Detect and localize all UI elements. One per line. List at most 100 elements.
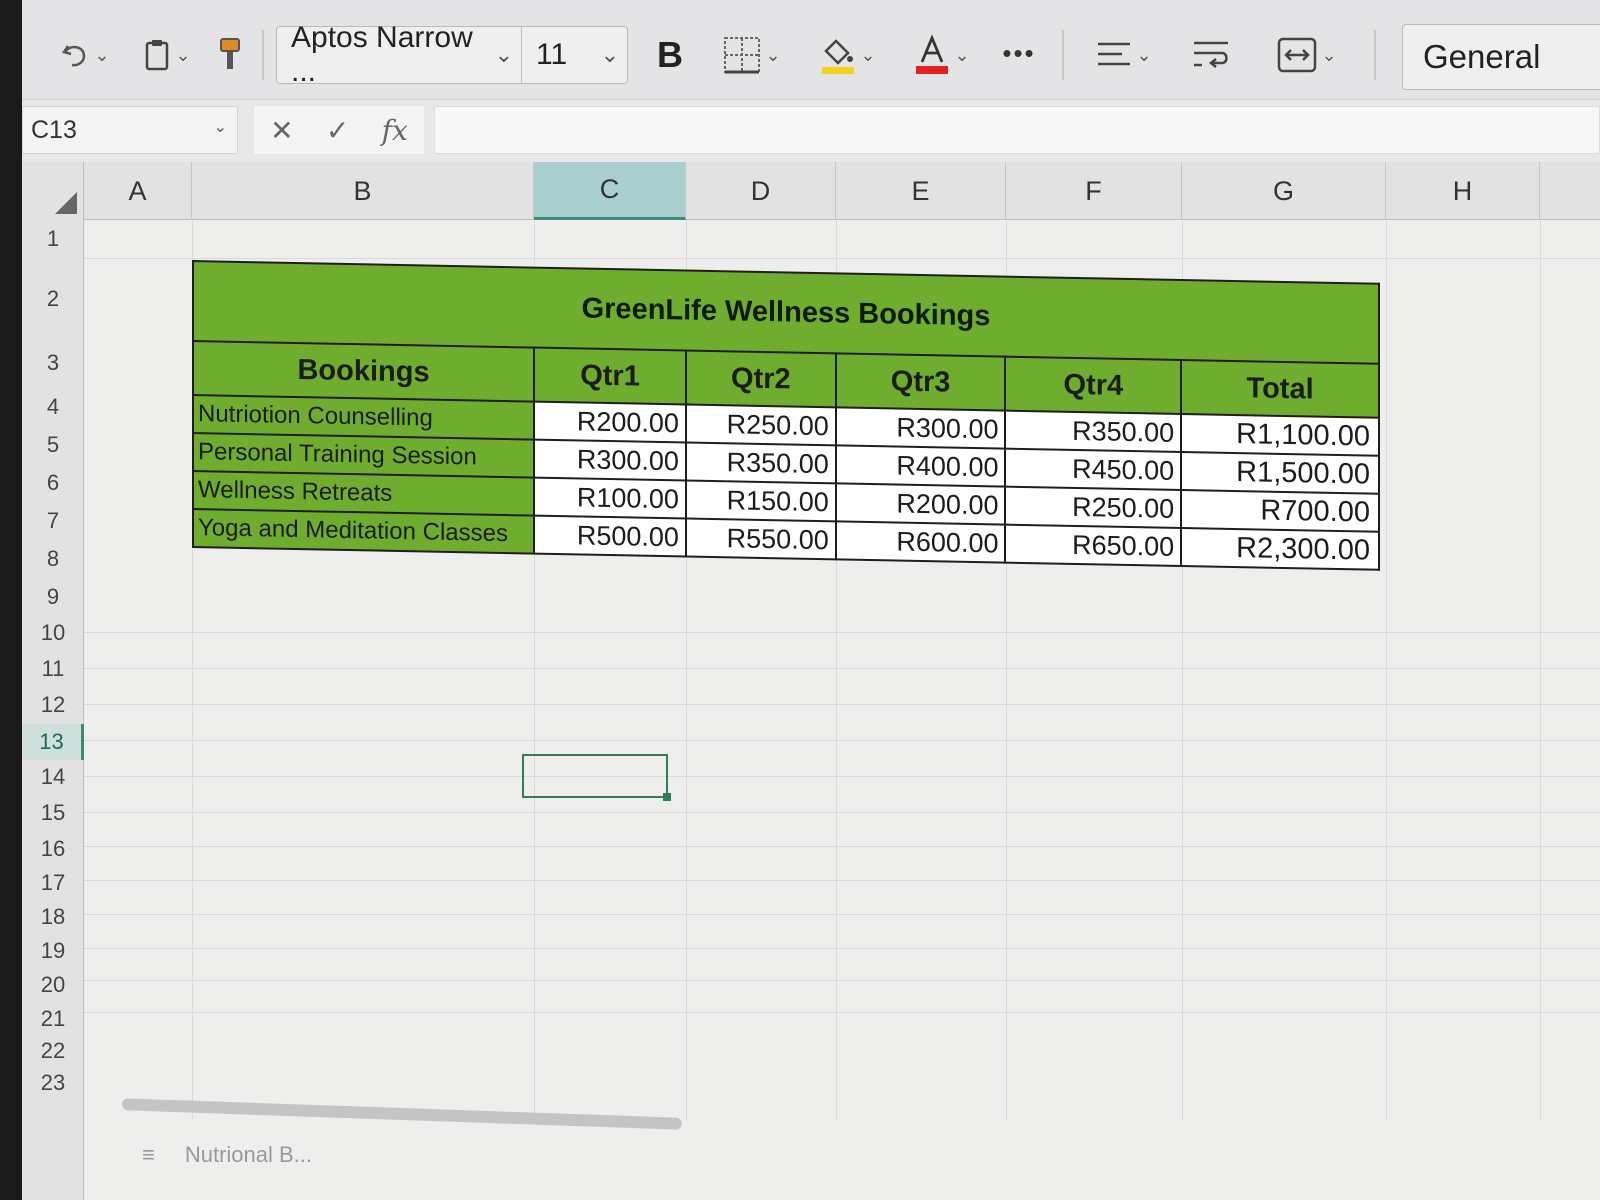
cell-total[interactable]: R1,500.00	[1181, 451, 1379, 494]
merge-button[interactable]: ⌄	[1262, 32, 1352, 78]
column-header-b[interactable]: B	[192, 162, 534, 220]
column-header-f[interactable]: F	[1006, 162, 1182, 220]
header-bookings[interactable]: Bookings	[193, 341, 535, 402]
ribbon-toolbar: ⌄ ⌄ Aptos Narrow ... ⌄ 11 ⌄ B ⌄ ⌄ ⌄ •••	[22, 0, 1600, 100]
cell-total[interactable]: R2,300.00	[1181, 527, 1379, 570]
cell-value[interactable]: R300.00	[835, 407, 1006, 449]
insert-function-icon[interactable]: fx	[382, 114, 408, 147]
format-painter-button[interactable]	[210, 32, 250, 78]
sheet-tab[interactable]: ≡ Nutrional B...	[142, 1142, 312, 1168]
header-qtr2[interactable]: Qtr2	[685, 350, 836, 408]
chevron-down-icon: ⌄	[213, 119, 227, 136]
column-header-e[interactable]: E	[836, 162, 1006, 220]
row-header[interactable]: 14	[22, 764, 84, 790]
horizontal-scrollbar[interactable]	[121, 1098, 683, 1130]
row-header[interactable]: 5	[22, 432, 84, 458]
cell-value[interactable]: R200.00	[835, 483, 1006, 525]
row-header[interactable]: 12	[22, 692, 84, 718]
row-header[interactable]: 15	[22, 800, 84, 826]
cell-value[interactable]: R350.00	[685, 442, 836, 484]
row-label[interactable]: Nutriotion Counselling	[193, 395, 535, 440]
cell-value[interactable]: R150.00	[685, 480, 836, 522]
column-header-d[interactable]: D	[686, 162, 836, 220]
sheet-tab-label: Nutrional B...	[184, 1142, 313, 1167]
cell-value[interactable]: R250.00	[1005, 486, 1182, 528]
cell-value[interactable]: R250.00	[685, 404, 836, 446]
row-header[interactable]: 7	[22, 508, 84, 534]
column-header-c[interactable]: C	[534, 162, 686, 220]
bookings-table: GreenLife Wellness Bookings Bookings Qtr…	[192, 260, 1380, 571]
row-header[interactable]: 4	[22, 394, 84, 420]
header-qtr4[interactable]: Qtr4	[1005, 356, 1182, 414]
enter-icon[interactable]: ✓	[326, 114, 349, 147]
chevron-down-icon[interactable]: ⌄	[175, 45, 190, 66]
row-header[interactable]: 18	[22, 904, 84, 930]
more-options-button[interactable]: •••	[994, 30, 1044, 76]
chevron-down-icon[interactable]: ⌄	[860, 45, 875, 66]
cell-value[interactable]: R300.00	[534, 439, 686, 481]
chevron-down-icon[interactable]: ⌄	[1321, 45, 1336, 66]
cell-total[interactable]: R1,100.00	[1181, 413, 1379, 456]
cell-value[interactable]: R100.00	[534, 477, 686, 519]
cell-value[interactable]: R650.00	[1005, 524, 1182, 566]
header-qtr1[interactable]: Qtr1	[534, 347, 686, 405]
column-header-a[interactable]: A	[84, 162, 192, 220]
name-box[interactable]: C13 ⌄	[22, 106, 238, 154]
row-header[interactable]: 21	[22, 1006, 84, 1032]
column-header-g[interactable]: G	[1182, 162, 1386, 220]
row-header[interactable]: 20	[22, 972, 84, 998]
cell-value[interactable]: R350.00	[1005, 410, 1182, 452]
chevron-down-icon[interactable]: ⌄	[1136, 45, 1151, 66]
row-header[interactable]: 1	[22, 226, 84, 252]
active-cell-c13[interactable]	[522, 754, 671, 801]
row-header[interactable]: 23	[22, 1070, 84, 1096]
cell-value[interactable]: R550.00	[685, 518, 836, 560]
row-header[interactable]: 2	[22, 286, 84, 312]
cell-total[interactable]: R700.00	[1181, 489, 1379, 532]
header-qtr3[interactable]: Qtr3	[835, 353, 1006, 411]
font-size-dropdown[interactable]: 11 ⌄	[522, 27, 627, 83]
paste-button[interactable]: ⌄	[132, 32, 202, 78]
row-header[interactable]: 16	[22, 836, 84, 862]
gridline	[84, 258, 1600, 259]
font-name-dropdown[interactable]: Aptos Narrow ... ⌄	[277, 21, 522, 88]
header-total[interactable]: Total	[1181, 359, 1379, 418]
cell-value[interactable]: R400.00	[835, 445, 1006, 487]
row-header[interactable]: 3	[22, 350, 84, 376]
chevron-down-icon[interactable]: ⌄	[94, 45, 109, 66]
align-button[interactable]: ⌄	[1084, 32, 1164, 78]
cell-value[interactable]: R600.00	[835, 521, 1006, 563]
wrap-text-button[interactable]	[1186, 32, 1236, 78]
cell-value[interactable]: R200.00	[534, 401, 686, 443]
row-header[interactable]: 11	[22, 656, 84, 682]
row-header[interactable]: 17	[22, 870, 84, 896]
row-label[interactable]: Personal Training Session	[193, 433, 535, 478]
row-header[interactable]: 19	[22, 938, 84, 964]
row-header-selected[interactable]: 13	[22, 724, 84, 760]
select-all-corner[interactable]	[22, 162, 84, 220]
wrap-text-icon	[1194, 41, 1228, 68]
borders-button[interactable]: ⌄	[712, 32, 792, 78]
cell-value[interactable]: R500.00	[534, 515, 686, 557]
cancel-icon[interactable]: ✕	[270, 114, 293, 147]
sheet-list-icon[interactable]: ≡	[142, 1142, 155, 1167]
row-header[interactable]: 8	[22, 546, 84, 572]
row-header[interactable]: 10	[22, 620, 84, 646]
row-header[interactable]: 22	[22, 1038, 84, 1064]
formula-input[interactable]	[434, 106, 1600, 154]
undo-button[interactable]: ⌄	[50, 32, 120, 78]
chevron-down-icon[interactable]: ⌄	[765, 45, 780, 66]
font-color-button[interactable]: ⌄	[902, 32, 982, 78]
row-label[interactable]: Wellness Retreats	[193, 471, 535, 516]
undo-icon	[62, 45, 86, 67]
fill-color-button[interactable]: ⌄	[808, 32, 888, 78]
row-header[interactable]: 9	[22, 584, 84, 610]
chevron-down-icon[interactable]: ⌄	[954, 45, 969, 66]
number-format-dropdown[interactable]: General	[1402, 24, 1600, 90]
cell-value[interactable]: R450.00	[1005, 448, 1182, 490]
column-header-h[interactable]: H	[1386, 162, 1540, 220]
row-header[interactable]: 6	[22, 470, 84, 496]
fill-handle[interactable]	[663, 793, 671, 801]
row-label[interactable]: Yoga and Meditation Classes	[193, 509, 535, 554]
bold-button[interactable]: B	[650, 30, 690, 80]
